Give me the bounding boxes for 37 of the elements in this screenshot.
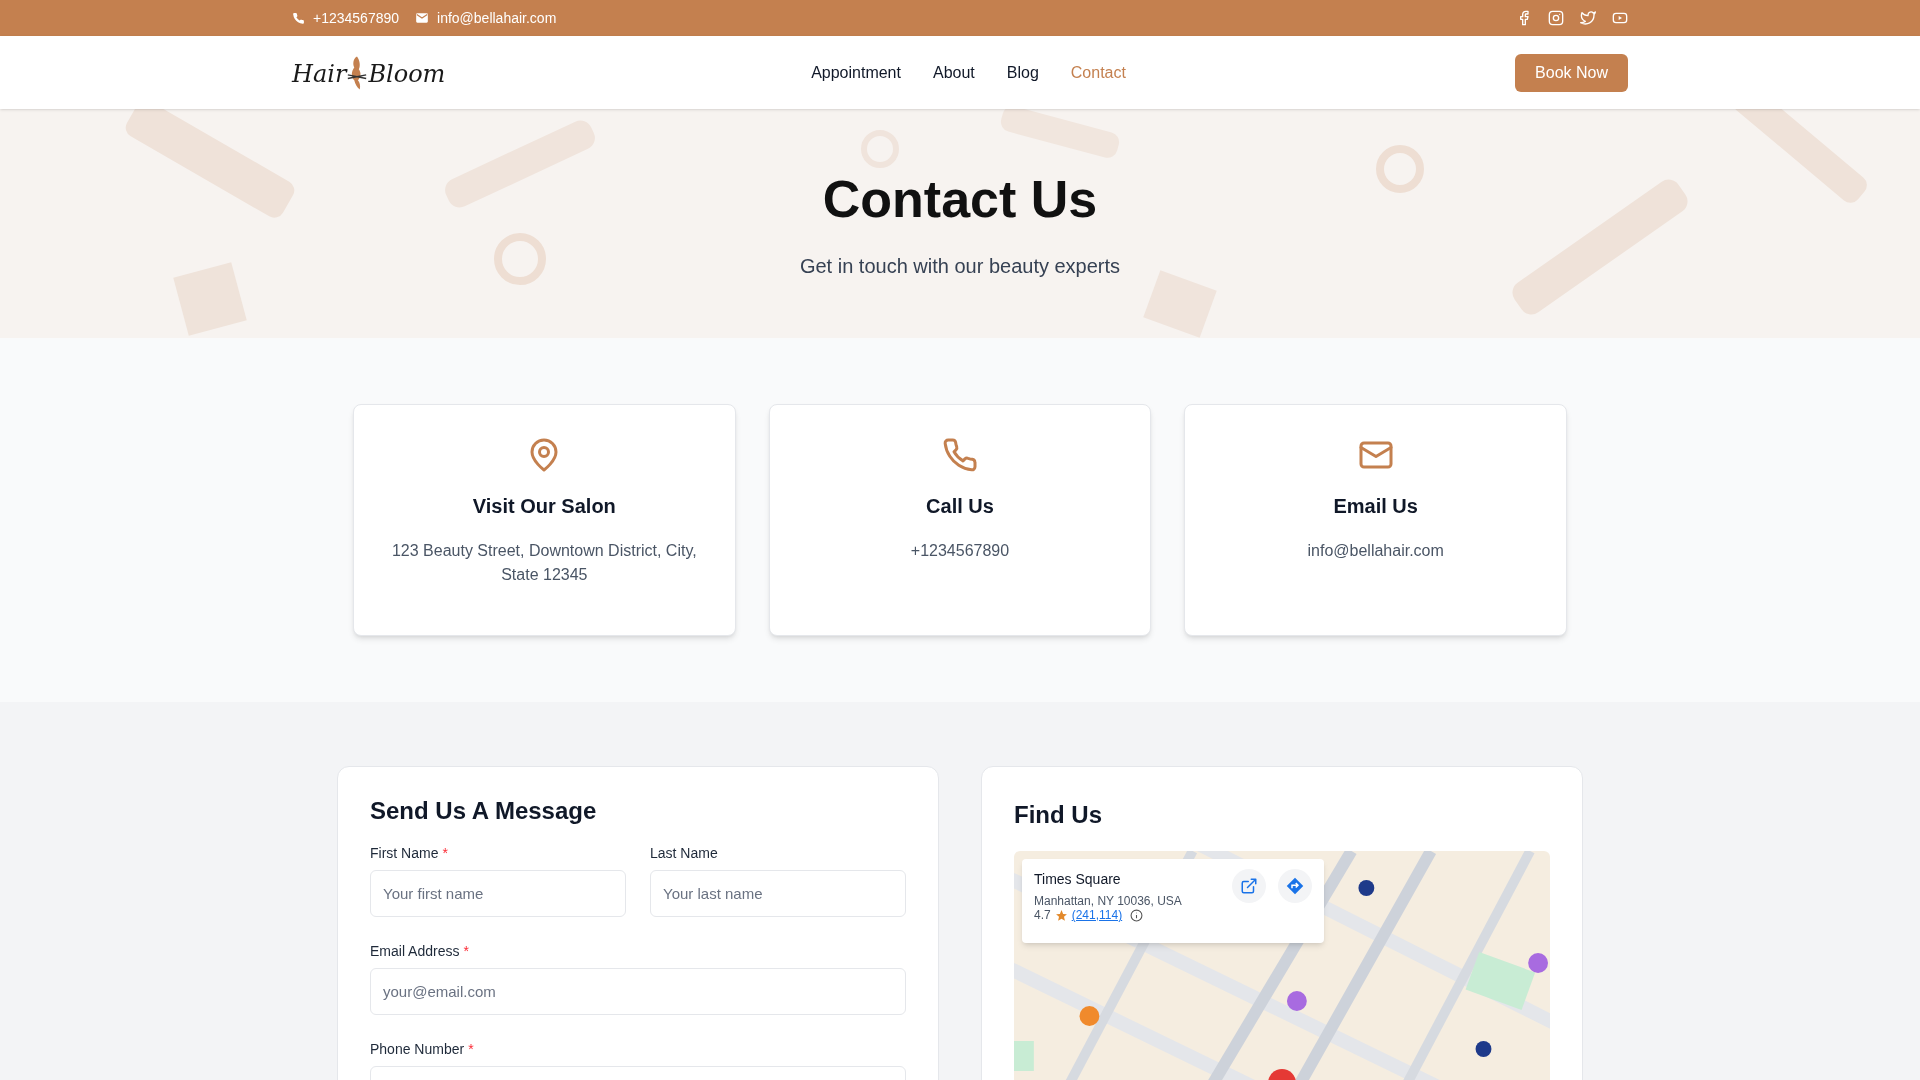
form-title: Send Us A Message [370, 796, 598, 826]
card-title: Call Us [926, 494, 994, 519]
field-label: Phone Number * [370, 1040, 474, 1059]
card-text: 123 Beauty Street, Downtown District, City, State 12345 [390, 541, 698, 585]
map-title: Find Us [1014, 800, 1103, 830]
input-field[interactable]: Your first name [370, 870, 626, 917]
rating-value: 4.7 [1034, 907, 1051, 924]
field-label: Last Name [650, 844, 718, 863]
card-text: +1234567890 [910, 541, 1010, 561]
nav-link[interactable]: About [932, 60, 975, 85]
nav-link[interactable]: Blog [1006, 60, 1039, 85]
envelope-icon [415, 11, 430, 25]
input-field[interactable]: Your last name [650, 870, 906, 917]
place-name: Times Square [1034, 870, 1122, 889]
directions-icon [1286, 877, 1304, 895]
directions-button[interactable] [1278, 869, 1312, 903]
phone-icon [942, 437, 978, 473]
phone-icon [292, 11, 305, 25]
external-link-icon [1240, 877, 1258, 895]
logo[interactable]: Hair Bloom [292, 53, 472, 92]
youtube-icon[interactable] [1612, 10, 1628, 26]
page-subtitle: Get in touch with our beauty experts [799, 254, 1121, 279]
field-label: Email Address * [370, 942, 469, 961]
page-title: Contact Us [822, 173, 1098, 225]
instagram-icon[interactable] [1548, 10, 1564, 26]
nav-link[interactable]: Appointment [811, 60, 901, 85]
star-icon [1054, 908, 1068, 922]
card-title: Visit Our Salon [472, 494, 616, 519]
phone-number: +1234567890 [313, 8, 400, 28]
card-title: Email Us [1333, 494, 1418, 519]
field-label: First Name * [370, 844, 448, 863]
email-address: info@bellahair.com [437, 8, 557, 28]
info-icon [1130, 908, 1144, 922]
card-text: info@bellahair.com [1307, 541, 1444, 561]
twitter-icon[interactable] [1580, 10, 1596, 26]
input-field[interactable]: your@email.com [370, 968, 906, 1015]
open-external-button[interactable] [1232, 869, 1266, 903]
